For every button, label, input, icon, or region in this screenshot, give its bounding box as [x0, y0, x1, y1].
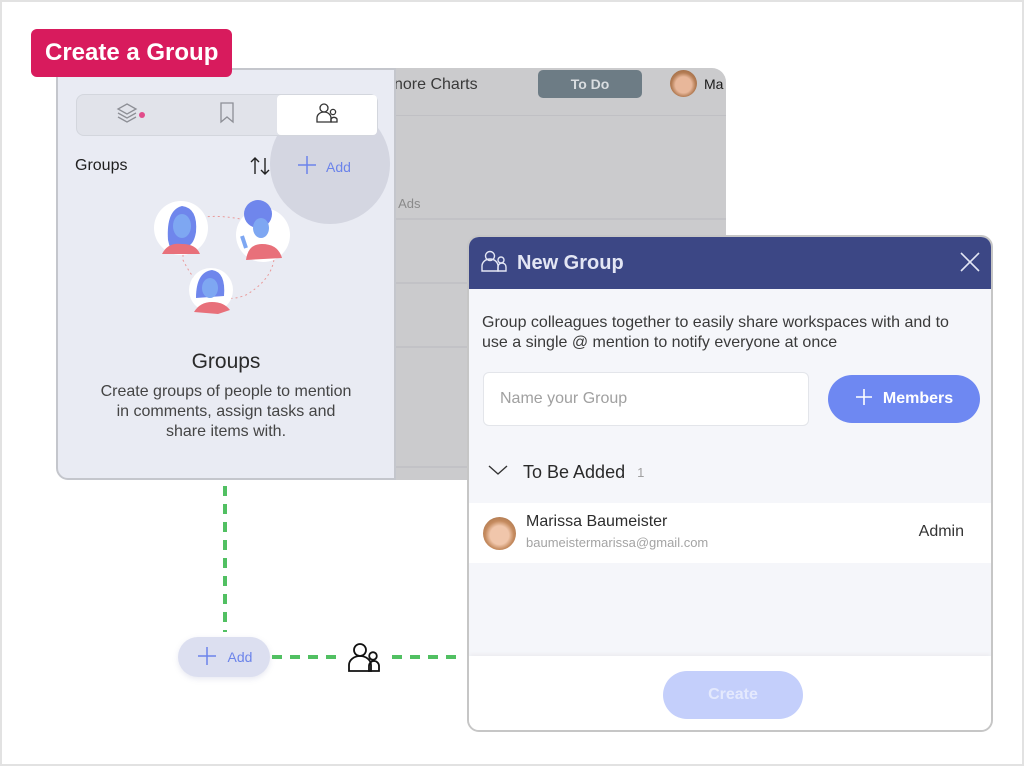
- plus-icon: [855, 388, 873, 411]
- user-name: Ma: [704, 76, 724, 92]
- add-button-callout[interactable]: Add: [178, 637, 270, 677]
- people-icon: [315, 102, 339, 129]
- person-illustration: [236, 200, 290, 262]
- add-label: Add: [227, 649, 253, 665]
- tab-layers[interactable]: [77, 95, 177, 135]
- row-divider: [380, 218, 726, 220]
- groups-heading: Groups: [75, 157, 128, 174]
- member-name: Marissa Baumeister: [526, 513, 668, 530]
- dialog-header: New Group: [469, 237, 991, 289]
- group-name-input[interactable]: [483, 372, 809, 426]
- notification-dot: [139, 112, 145, 118]
- plus-icon: [296, 154, 318, 179]
- connector-line-horizontal: [392, 655, 464, 659]
- people-icon: [347, 641, 381, 678]
- section-label: To Be Added: [523, 462, 626, 482]
- breadcrumb[interactable]: nore Charts: [394, 76, 478, 94]
- member-row[interactable]: Marissa Baumeister baumeistermarissa@gma…: [469, 503, 991, 563]
- to-be-added-toggle[interactable]: To Be Added 1: [487, 462, 644, 483]
- sort-arrows-icon[interactable]: [248, 154, 272, 183]
- groups-panel: Groups Add Groups Create groups of peopl…: [56, 68, 396, 480]
- groups-illustration: [148, 200, 308, 325]
- person-illustration: [189, 268, 233, 314]
- page-title-badge: Create a Group: [31, 29, 233, 77]
- chevron-down-icon: [487, 463, 509, 482]
- connector-line-vertical: [223, 486, 227, 632]
- user-avatar[interactable]: [670, 70, 697, 97]
- dialog-description: Group colleagues together to easily shar…: [482, 314, 949, 351]
- person-illustration: [154, 201, 208, 255]
- layers-icon: [115, 102, 139, 129]
- new-group-dialog: New Group Group colleagues together to e…: [467, 235, 993, 732]
- dialog-footer: Create: [469, 656, 991, 730]
- empty-state-description: Create groups of people to mention in co…: [100, 383, 352, 440]
- close-icon[interactable]: [959, 251, 981, 278]
- plus-icon: [196, 645, 218, 670]
- add-label: Add: [326, 158, 351, 175]
- todo-button[interactable]: To Do: [538, 70, 642, 98]
- section-count: 1: [637, 465, 645, 480]
- panel-tabs: [76, 94, 378, 136]
- add-group-button[interactable]: Add: [296, 154, 351, 179]
- avatar: [483, 517, 516, 550]
- members-label: Members: [882, 390, 954, 407]
- dialog-title: New Group: [517, 251, 624, 274]
- people-icon: [481, 249, 507, 278]
- add-members-button[interactable]: Members: [828, 375, 980, 423]
- create-button[interactable]: Create: [663, 671, 803, 719]
- background-header: nore Charts To Do Ma: [380, 68, 726, 116]
- tab-bookmarks[interactable]: [177, 95, 277, 135]
- member-role[interactable]: Admin: [919, 523, 964, 541]
- bookmark-icon: [219, 101, 235, 129]
- tab-groups[interactable]: [277, 95, 377, 135]
- member-email: baumeistermarissa@gmail.com: [526, 535, 709, 550]
- empty-state-title: Groups: [191, 350, 261, 373]
- connector-line-horizontal: [272, 655, 342, 659]
